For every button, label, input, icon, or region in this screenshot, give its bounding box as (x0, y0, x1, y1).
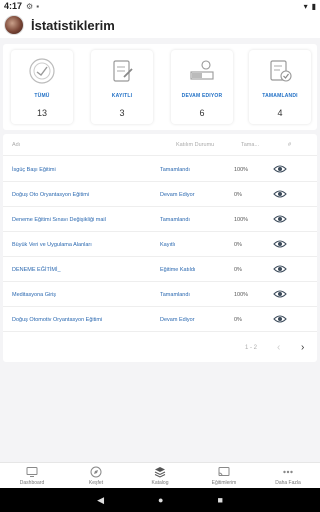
column-header-index: # (288, 142, 292, 148)
nav-label: Katalog (151, 479, 169, 486)
eye-icon[interactable] (273, 264, 287, 274)
chevron-left-icon[interactable]: ‹ (277, 342, 280, 353)
row-name[interactable]: İsgüç Başı Eğitimi (12, 167, 56, 173)
table-header: Adı Katılım Durumu Tama... # (3, 134, 317, 156)
row-status: Devam Ediyor (160, 192, 195, 198)
row-completion: 0% (234, 242, 242, 248)
cast-icon (218, 466, 230, 476)
bottom-nav: Dashboard Keşfet Katalog Eğitimlerim Dah… (0, 462, 320, 488)
stat-label: TÜMÜ (34, 93, 50, 99)
stat-card-all[interactable]: TÜMÜ 13 (11, 50, 73, 124)
stat-label: DEVAM EDIYOR (181, 93, 223, 99)
table-row[interactable]: Meditasyona Giriş Tamamlandı 100% (3, 282, 317, 307)
stat-label: TAMAMLANDI (262, 93, 298, 99)
row-name[interactable]: Doğuş Oto Oryantasyon Eğitimi (12, 192, 89, 198)
notification-icon: ▪ (36, 1, 40, 11)
recents-icon[interactable]: ■ (217, 495, 222, 505)
edit-document-icon (105, 56, 139, 86)
eye-icon[interactable] (273, 314, 287, 324)
table-row[interactable]: DENEME EĞİTİMİ_ Eğitime Katıldı 0% (3, 257, 317, 282)
row-name[interactable]: Büyük Veri ve Uygulama Alanları (12, 242, 92, 248)
nav-label: Daha Fazla (275, 479, 301, 486)
row-status: Tamamlandı (160, 217, 190, 223)
table-row[interactable]: Doğuş Otomotiv Oryantasyon Eğitimi Devam… (3, 307, 317, 332)
eye-icon[interactable] (273, 289, 287, 299)
row-completion: 100% (234, 292, 249, 298)
stat-value: 6 (199, 108, 205, 118)
back-icon[interactable]: ◀ (97, 495, 104, 506)
settings-icon: ⚙ (26, 1, 34, 11)
status-time: 4:17 (4, 1, 23, 11)
stat-value: 13 (36, 108, 47, 118)
table-row[interactable]: Doğuş Oto Oryantasyon Eğitimi Devam Ediy… (3, 182, 317, 207)
row-status: Devam Ediyor (160, 317, 195, 323)
compass-icon (90, 466, 102, 477)
avatar[interactable] (4, 15, 24, 35)
wifi-icon: ▾ (303, 1, 308, 11)
certificate-icon (25, 56, 59, 86)
stat-value: 4 (277, 108, 283, 118)
nav-label: Eğitimlerim (211, 479, 237, 486)
nav-item-catalog[interactable]: Katalog (128, 463, 192, 488)
pagination: 1 - 2 ‹ › (3, 338, 317, 358)
more-icon (283, 470, 293, 473)
nav-item-my-trainings[interactable]: Eğitimlerim (192, 463, 256, 488)
nav-label: Dashboard (19, 479, 45, 486)
row-status: Eğitime Katıldı (160, 267, 196, 273)
row-status: Tamamlandı (160, 292, 190, 298)
column-header-status[interactable]: Katılım Durumu (176, 142, 214, 148)
row-completion: 100% (234, 167, 249, 173)
table-row[interactable]: İsgüç Başı Eğitimi Tamamlandı 100% (3, 157, 317, 182)
row-status: Tamamlandı (160, 167, 190, 173)
layers-icon (154, 466, 166, 478)
progress-icon (185, 56, 219, 86)
home-icon[interactable]: ● (158, 495, 163, 505)
row-completion: 100% (234, 217, 249, 223)
eye-icon[interactable] (273, 214, 287, 224)
row-name[interactable]: DENEME EĞİTİMİ_ (12, 267, 61, 273)
row-name[interactable]: Meditasyona Giriş (12, 292, 56, 298)
system-navigation-bar: ◀ ● ■ (0, 488, 320, 512)
app-header: İstatistiklerim (0, 12, 320, 38)
completed-document-icon (263, 56, 297, 86)
row-completion: 0% (234, 317, 242, 323)
trainings-table: Adı Katılım Durumu Tama... # İsgüç Başı … (3, 134, 317, 362)
eye-icon[interactable] (273, 239, 287, 249)
stats-panel: TÜMÜ 13 KAYITLI 3 DEVAM EDIYOR 6 TAMAMLA… (3, 44, 317, 130)
stat-value: 3 (119, 108, 125, 118)
battery-icon: ▮ (311, 1, 316, 11)
monitor-icon (26, 466, 38, 477)
column-header-completion[interactable]: Tama... (241, 142, 259, 148)
stat-card-registered[interactable]: KAYITLI 3 (91, 50, 153, 124)
nav-label: Keşfet (88, 479, 104, 486)
pagination-range: 1 - 2 (245, 345, 258, 351)
stat-label: KAYITLI (111, 93, 133, 99)
chevron-right-icon[interactable]: › (301, 342, 304, 353)
nav-item-explore[interactable]: Keşfet (64, 463, 128, 488)
row-completion: 0% (234, 192, 242, 198)
row-name[interactable]: Deneme Eğitimi Sınavı Değişikliği mail (12, 217, 106, 223)
row-completion: 0% (234, 267, 242, 273)
stat-card-completed[interactable]: TAMAMLANDI 4 (249, 50, 311, 124)
table-row[interactable]: Büyük Veri ve Uygulama Alanları Kayıtlı … (3, 232, 317, 257)
table-row[interactable]: Deneme Eğitimi Sınavı Değişikliği mail T… (3, 207, 317, 232)
column-header-name[interactable]: Adı (12, 142, 20, 148)
eye-icon[interactable] (273, 189, 287, 199)
stat-card-in-progress[interactable]: DEVAM EDIYOR 6 (171, 50, 233, 124)
status-bar: 4:17 ⚙ ▪ ▾ ▮ (0, 0, 320, 12)
page-title: İstatistiklerim (31, 17, 115, 33)
nav-item-dashboard[interactable]: Dashboard (0, 463, 64, 488)
row-name[interactable]: Doğuş Otomotiv Oryantasyon Eğitimi (12, 317, 102, 323)
row-status: Kayıtlı (160, 242, 176, 248)
nav-item-more[interactable]: Daha Fazla (256, 463, 320, 488)
eye-icon[interactable] (273, 164, 287, 174)
